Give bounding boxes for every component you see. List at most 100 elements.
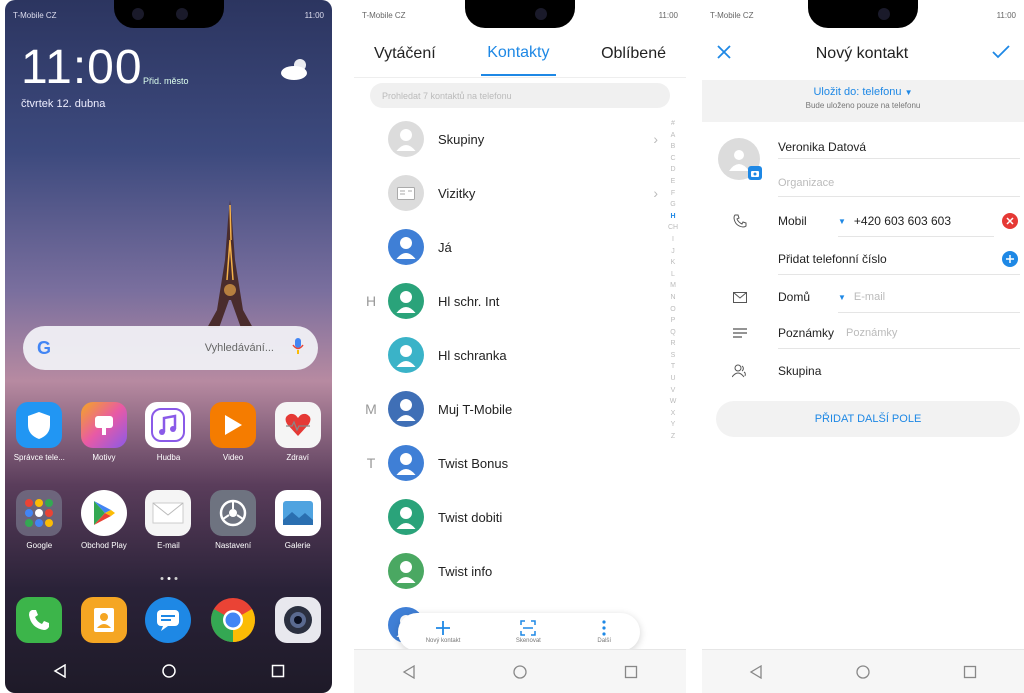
app-gallery[interactable]: Galerie <box>267 490 329 550</box>
scan-button[interactable]: Skenovat <box>516 620 541 644</box>
tab-contacts[interactable]: Kontakty <box>481 32 556 76</box>
dock-contacts[interactable] <box>73 597 135 643</box>
recents-button[interactable] <box>950 652 990 692</box>
weather-icon[interactable] <box>278 56 312 87</box>
index-letter[interactable]: O <box>670 304 675 316</box>
back-button[interactable] <box>389 652 429 692</box>
back-button[interactable] <box>40 651 80 691</box>
organization-field[interactable]: Organizace <box>778 177 834 189</box>
phone-icon <box>702 214 778 228</box>
save-location-bar[interactable]: Uložit do: telefonu ▼ Bude uloženo pouze… <box>702 80 1024 122</box>
play-store-icon <box>80 490 127 536</box>
contact-row[interactable]: Hl schranka <box>354 328 686 382</box>
app-video[interactable]: Video <box>202 402 264 462</box>
app-themes[interactable]: Motivy <box>73 402 135 462</box>
contact-row[interactable]: Skupiny › <box>354 112 686 166</box>
contact-row[interactable]: H Hl schr. Int <box>354 274 686 328</box>
index-letter[interactable]: X <box>671 408 676 420</box>
tab-dialer[interactable]: Vytáčení <box>368 33 442 75</box>
contact-row[interactable]: Vizitky › <box>354 166 686 220</box>
index-letter[interactable]: Z <box>671 431 675 443</box>
home-button[interactable] <box>149 651 189 691</box>
app-label: Google <box>26 541 53 550</box>
city-label[interactable]: Přid. město <box>143 76 189 86</box>
phone-type-selector[interactable]: Mobil <box>778 214 838 228</box>
notes-field[interactable]: Poznámky <box>846 327 897 339</box>
phone-number-field[interactable]: +420 603 603 603 <box>854 214 951 228</box>
app-play-store[interactable]: Obchod Play <box>73 490 135 550</box>
add-phone-icon[interactable] <box>1002 251 1018 267</box>
app-settings[interactable]: Nastavení <box>202 490 264 550</box>
index-letter[interactable]: G <box>670 199 675 211</box>
index-letter[interactable]: B <box>671 141 676 153</box>
chevron-down-icon[interactable]: ▼ <box>838 217 846 226</box>
index-letter[interactable]: CH <box>668 222 678 234</box>
email-field[interactable]: E-mail <box>854 291 885 303</box>
contact-row[interactable]: Já <box>354 220 686 274</box>
index-letter[interactable]: W <box>670 396 677 408</box>
notes-label: Poznámky <box>778 326 835 340</box>
contact-row[interactable]: Twist info <box>354 544 686 598</box>
app-health[interactable]: Zdraví <box>267 402 329 462</box>
index-letter[interactable]: C <box>670 153 675 165</box>
index-letter[interactable]: F <box>671 188 675 200</box>
index-letter[interactable]: R <box>670 338 675 350</box>
chevron-down-icon[interactable]: ▼ <box>838 293 846 302</box>
recents-button[interactable] <box>258 651 298 691</box>
index-letter[interactable]: I <box>672 234 674 246</box>
brush-icon <box>80 402 127 448</box>
app-google-folder[interactable]: Google <box>8 490 70 550</box>
notch <box>465 0 575 28</box>
index-letter[interactable]: J <box>671 246 675 258</box>
alphabet-index[interactable]: # A B C D E F G H CH I J K L M N O P Q R S T U V W X Y Z <box>666 118 680 443</box>
index-letter[interactable]: K <box>671 257 676 269</box>
tab-favorites[interactable]: Oblíbené <box>595 33 672 75</box>
contacts-search-input[interactable]: Prohledat 7 kontaktů na telefonu <box>370 83 670 108</box>
index-letter[interactable]: S <box>671 350 676 362</box>
index-letter[interactable]: N <box>670 292 675 304</box>
google-search-bar[interactable]: G Vyhledávání... <box>23 326 318 370</box>
index-letter[interactable]: L <box>671 269 675 281</box>
delete-phone-icon[interactable] <box>1002 213 1018 229</box>
index-letter[interactable]: M <box>670 280 676 292</box>
index-letter[interactable]: Q <box>670 327 675 339</box>
checkmark-icon[interactable] <box>992 44 1010 64</box>
index-letter[interactable]: T <box>671 361 675 373</box>
close-icon[interactable] <box>716 44 732 65</box>
index-letter[interactable]: A <box>671 130 676 142</box>
dock-phone[interactable] <box>8 597 70 643</box>
index-letter[interactable]: E <box>671 176 676 188</box>
dock-messages[interactable] <box>137 597 199 643</box>
home-button[interactable] <box>500 652 540 692</box>
app-email[interactable]: E-mail <box>137 490 199 550</box>
index-letter[interactable]: U <box>670 373 675 385</box>
home-button[interactable] <box>843 652 883 692</box>
index-letter[interactable]: H <box>670 211 675 223</box>
add-field-button[interactable]: PŘIDAT DALŠÍ POLE <box>716 401 1020 437</box>
email-type-selector[interactable]: Domů <box>778 290 838 304</box>
index-letter[interactable]: P <box>671 315 676 327</box>
index-letter[interactable]: Y <box>671 419 676 431</box>
name-field[interactable]: Veronika Datová <box>778 140 866 154</box>
contact-row[interactable]: Twist dobiti <box>354 490 686 544</box>
index-letter[interactable]: # <box>671 118 675 130</box>
group-row[interactable]: Skupina <box>702 358 1024 384</box>
back-button[interactable] <box>736 652 776 692</box>
dock-camera[interactable] <box>267 597 329 643</box>
more-button[interactable]: Další <box>596 620 612 644</box>
app-phone-manager[interactable]: Správce tele... <box>8 402 70 462</box>
contact-name: Skupiny <box>438 131 485 147</box>
contact-avatar-icon <box>388 391 424 427</box>
dock-chrome[interactable] <box>202 597 264 643</box>
index-letter[interactable]: D <box>670 164 675 176</box>
new-contact-button[interactable]: Nový kontakt <box>426 620 460 644</box>
app-music[interactable]: Hudba <box>137 402 199 462</box>
add-phone-button[interactable]: Přidat telefonní číslo <box>778 252 887 266</box>
recents-button[interactable] <box>611 652 651 692</box>
contact-row[interactable]: T Twist Bonus <box>354 436 686 490</box>
index-letter[interactable]: V <box>671 385 676 397</box>
contact-row[interactable]: M Muj T-Mobile <box>354 382 686 436</box>
chevron-right-icon: › <box>653 131 658 147</box>
microphone-icon[interactable] <box>292 337 304 359</box>
save-location-selector[interactable]: Uložit do: telefonu <box>813 86 901 98</box>
